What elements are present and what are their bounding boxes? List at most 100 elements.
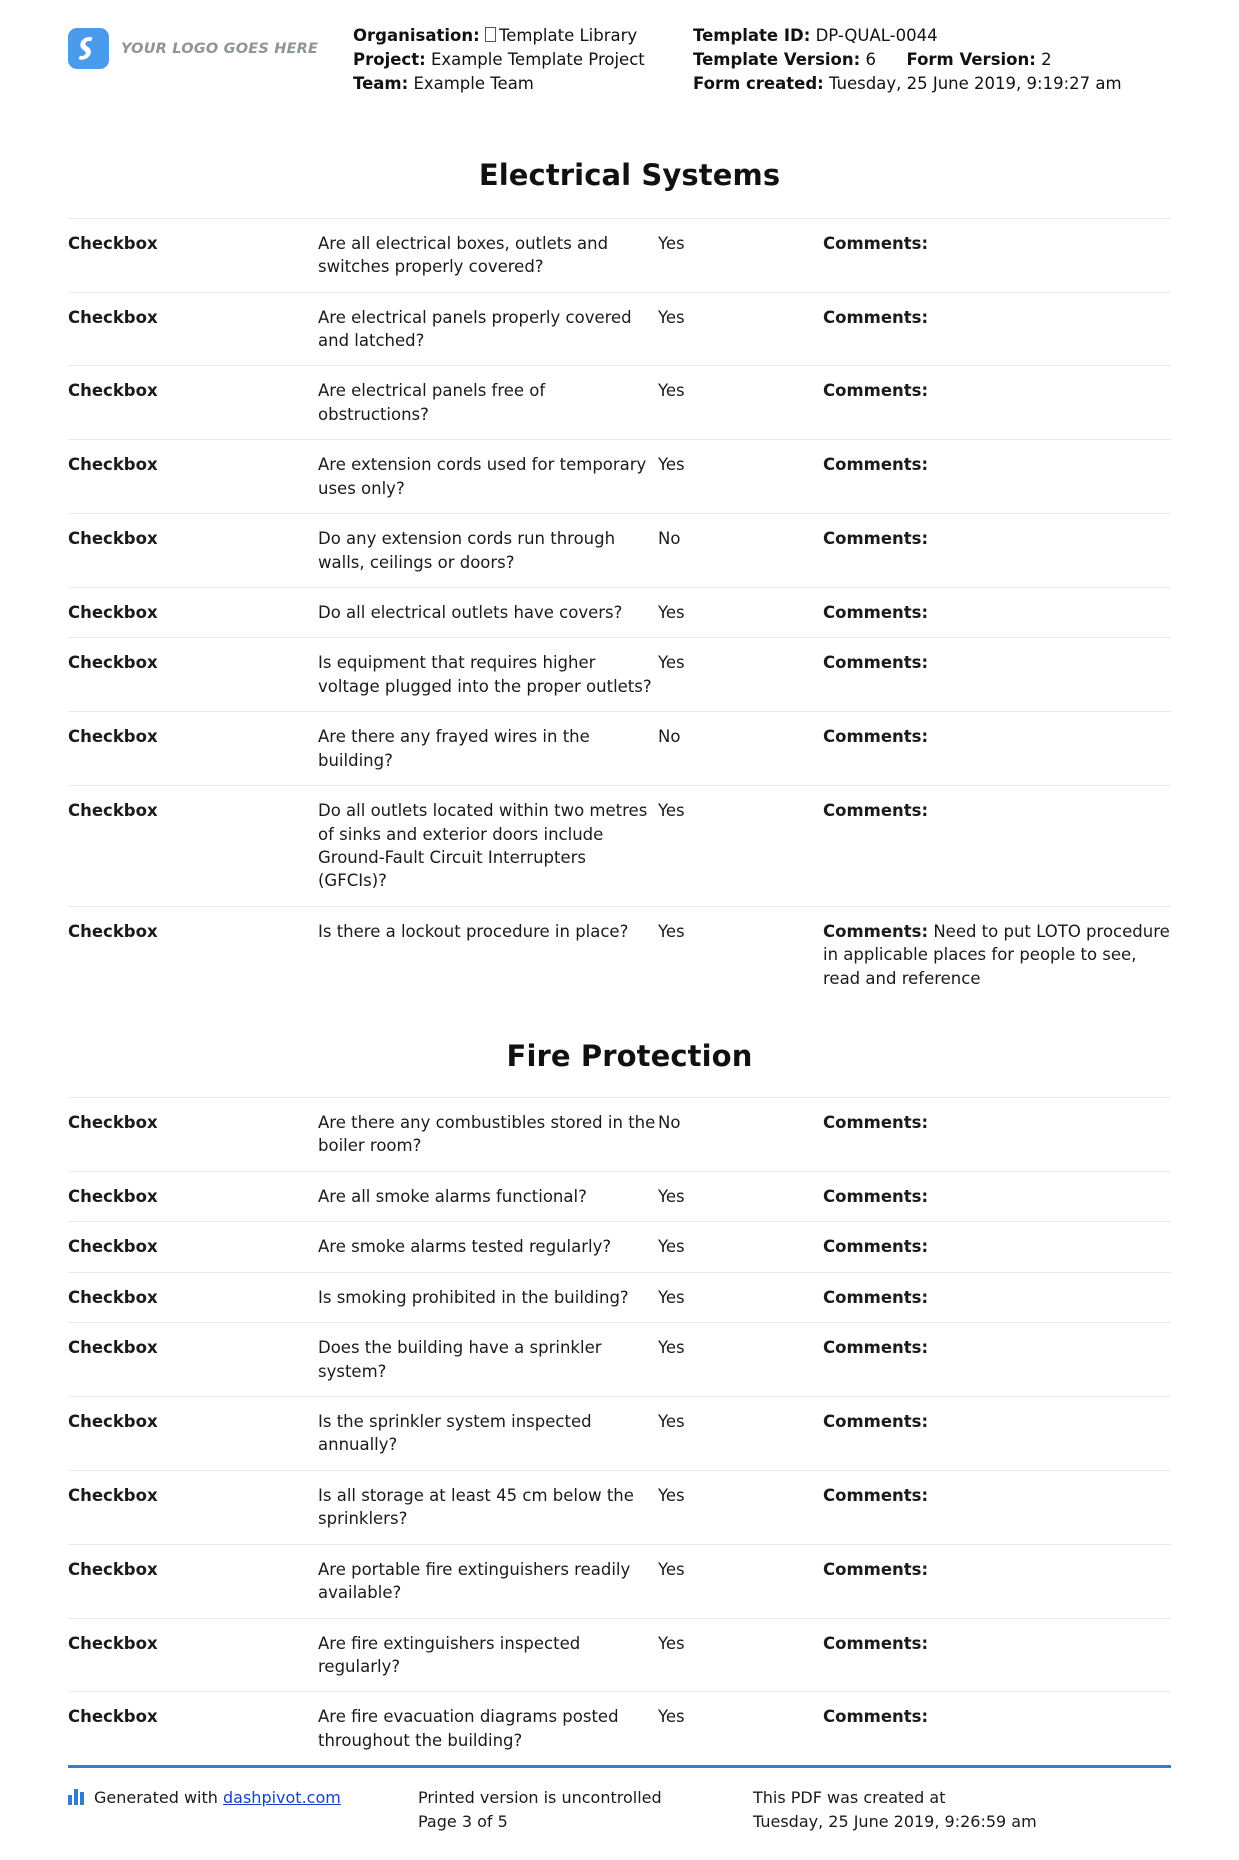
table-row: Checkbox Are there any combustibles stor… bbox=[68, 1097, 1171, 1172]
row-type: Checkbox bbox=[68, 1633, 158, 1653]
form-created-line: Form created: Tuesday, 25 June 2019, 9:1… bbox=[693, 72, 1171, 96]
checklist-body: Checkbox Are there any combustibles stor… bbox=[68, 1097, 1171, 1766]
template-version-label: Template Version: bbox=[693, 49, 861, 69]
row-answer: Yes bbox=[658, 455, 685, 475]
organisation-line: Organisation: Template Library bbox=[353, 24, 693, 48]
row-question: Are fire evacuation diagrams posted thro… bbox=[318, 1707, 619, 1750]
comment-label: Comments: bbox=[823, 1633, 929, 1653]
row-question: Are smoke alarms tested regularly? bbox=[318, 1237, 612, 1257]
table-row: Checkbox Are fire evacuation diagrams po… bbox=[68, 1691, 1171, 1765]
row-question: Are electrical panels properly covered a… bbox=[318, 307, 632, 351]
table-row: Checkbox Are all electrical boxes, outle… bbox=[68, 218, 1171, 292]
table-row: Checkbox Do all electrical outlets have … bbox=[68, 587, 1171, 637]
row-type: Checkbox bbox=[68, 455, 158, 475]
row-comment: Comments: bbox=[823, 1272, 1171, 1322]
table-row: Checkbox Does the building have a sprink… bbox=[68, 1322, 1171, 1397]
row-comment: Comments: bbox=[823, 1692, 1171, 1765]
comment-label: Comments: bbox=[823, 727, 929, 747]
row-type: Checkbox bbox=[68, 602, 158, 622]
comment-label: Comments: bbox=[823, 1485, 929, 1505]
row-answer: No bbox=[658, 1113, 681, 1133]
comment-label: Comments: bbox=[823, 653, 929, 673]
row-comment: Comments: bbox=[823, 292, 1171, 366]
row-answer: Yes bbox=[658, 1559, 685, 1579]
table-row: Checkbox Are fire extinguishers inspecte… bbox=[68, 1618, 1171, 1692]
row-question: Do all outlets located within two metres… bbox=[318, 801, 648, 891]
row-comment: Comments: bbox=[823, 786, 1171, 907]
row-answer: Yes bbox=[658, 1186, 685, 1206]
row-type: Checkbox bbox=[68, 1338, 158, 1358]
row-type: Checkbox bbox=[68, 653, 158, 673]
logo-block: YOUR LOGO GOES HERE bbox=[68, 18, 353, 69]
table-row: Checkbox Are portable fire extinguishers… bbox=[68, 1544, 1171, 1618]
document-header: YOUR LOGO GOES HERE Organisation: Templa… bbox=[68, 0, 1171, 106]
pdf-created-value: Tuesday, 25 June 2019, 9:26:59 am bbox=[753, 1812, 1037, 1832]
row-question: Is all storage at least 45 cm below the … bbox=[318, 1485, 634, 1529]
row-type: Checkbox bbox=[68, 1707, 158, 1727]
dashpivot-link[interactable]: dashpivot.com bbox=[223, 1788, 341, 1807]
comment-label: Comments: bbox=[823, 921, 929, 941]
printed-notice: Printed version is uncontrolled bbox=[418, 1788, 662, 1808]
row-question: Is equipment that requires higher voltag… bbox=[318, 653, 652, 696]
footer-generated-with: Generated with dashpivot.com bbox=[68, 1786, 418, 1834]
row-question: Are all smoke alarms functional? bbox=[318, 1186, 587, 1206]
row-type: Checkbox bbox=[68, 921, 158, 941]
row-question: Do all electrical outlets have covers? bbox=[318, 602, 623, 622]
footer-divider bbox=[68, 1765, 1171, 1769]
footer-print-notice: Printed version is uncontrolled Page 3 o… bbox=[418, 1786, 753, 1834]
table-row: Checkbox Are electrical panels properly … bbox=[68, 292, 1171, 366]
row-comment: Comments: bbox=[823, 1222, 1171, 1272]
header-meta-left: Organisation: Template Library Project: … bbox=[353, 24, 693, 96]
row-answer: Yes bbox=[658, 1412, 685, 1431]
comment-label: Comments: bbox=[823, 1186, 929, 1206]
row-question: Are there any combustibles stored in the… bbox=[318, 1113, 656, 1156]
table-row: Checkbox Are there any frayed wires in t… bbox=[68, 711, 1171, 786]
row-type: Checkbox bbox=[68, 801, 158, 821]
row-answer: Yes bbox=[658, 1338, 685, 1358]
row-type: Checkbox bbox=[68, 233, 158, 253]
header-meta: Organisation: Template Library Project: … bbox=[353, 18, 1171, 96]
row-type: Checkbox bbox=[68, 529, 158, 549]
row-type: Checkbox bbox=[68, 727, 158, 747]
row-answer: Yes bbox=[658, 1633, 685, 1653]
row-type: Checkbox bbox=[68, 1287, 158, 1307]
row-comment: Comments: bbox=[823, 1098, 1171, 1172]
row-comment: Comments: bbox=[823, 1544, 1171, 1618]
footer-columns: Generated with dashpivot.com Printed ver… bbox=[68, 1786, 1171, 1834]
form-created-value: Tuesday, 25 June 2019, 9:19:27 am bbox=[829, 73, 1122, 93]
team-line: Team: Example Team bbox=[353, 72, 693, 96]
checklist-table-fire-protection: Checkbox Are there any combustibles stor… bbox=[68, 1097, 1171, 1765]
template-id-label: Template ID: bbox=[693, 26, 811, 45]
checklist-body: Checkbox Are all electrical boxes, outle… bbox=[68, 218, 1171, 1003]
row-answer: Yes bbox=[658, 801, 685, 821]
row-answer: Yes bbox=[658, 1485, 685, 1505]
row-comment: Comments: bbox=[823, 1397, 1171, 1471]
row-question: Are portable fire extinguishers readily … bbox=[318, 1559, 631, 1603]
table-row: Checkbox Is equipment that requires high… bbox=[68, 637, 1171, 712]
row-comment: Comments: bbox=[823, 587, 1171, 637]
row-answer: Yes bbox=[658, 1237, 685, 1257]
row-question: Are all electrical boxes, outlets and sw… bbox=[318, 233, 609, 277]
section-title-fire-protection: Fire Protection bbox=[506, 1039, 753, 1074]
row-answer: Yes bbox=[658, 1287, 685, 1307]
row-question: Are electrical panels free of obstructio… bbox=[318, 381, 546, 424]
checklist-table-electrical-systems: Checkbox Are all electrical boxes, outle… bbox=[68, 218, 1171, 1003]
row-answer: Yes bbox=[658, 1707, 685, 1727]
row-answer: No bbox=[658, 727, 681, 747]
row-type: Checkbox bbox=[68, 1237, 158, 1257]
comment-label: Comments: bbox=[823, 307, 929, 327]
row-type: Checkbox bbox=[68, 1412, 158, 1431]
comment-label: Comments: bbox=[823, 529, 929, 549]
template-id-line: Template ID: DP-QUAL-0044 bbox=[693, 24, 1171, 48]
comment-label: Comments: bbox=[823, 1287, 929, 1307]
table-row: Checkbox Are extension cords used for te… bbox=[68, 439, 1171, 514]
missing-glyph-icon bbox=[484, 27, 496, 42]
table-row: Checkbox Are all smoke alarms functional… bbox=[68, 1171, 1171, 1221]
footer-generated-text: Generated with dashpivot.com bbox=[94, 1786, 341, 1810]
organisation-label: Organisation: bbox=[353, 26, 480, 45]
row-question: Are there any frayed wires in the buildi… bbox=[318, 727, 590, 770]
comment-label: Comments: bbox=[823, 381, 929, 401]
table-row: Checkbox Are smoke alarms tested regular… bbox=[68, 1221, 1171, 1272]
row-comment: Comments: Need to put LOTO procedure in … bbox=[823, 906, 1171, 1003]
row-type: Checkbox bbox=[68, 1113, 158, 1133]
